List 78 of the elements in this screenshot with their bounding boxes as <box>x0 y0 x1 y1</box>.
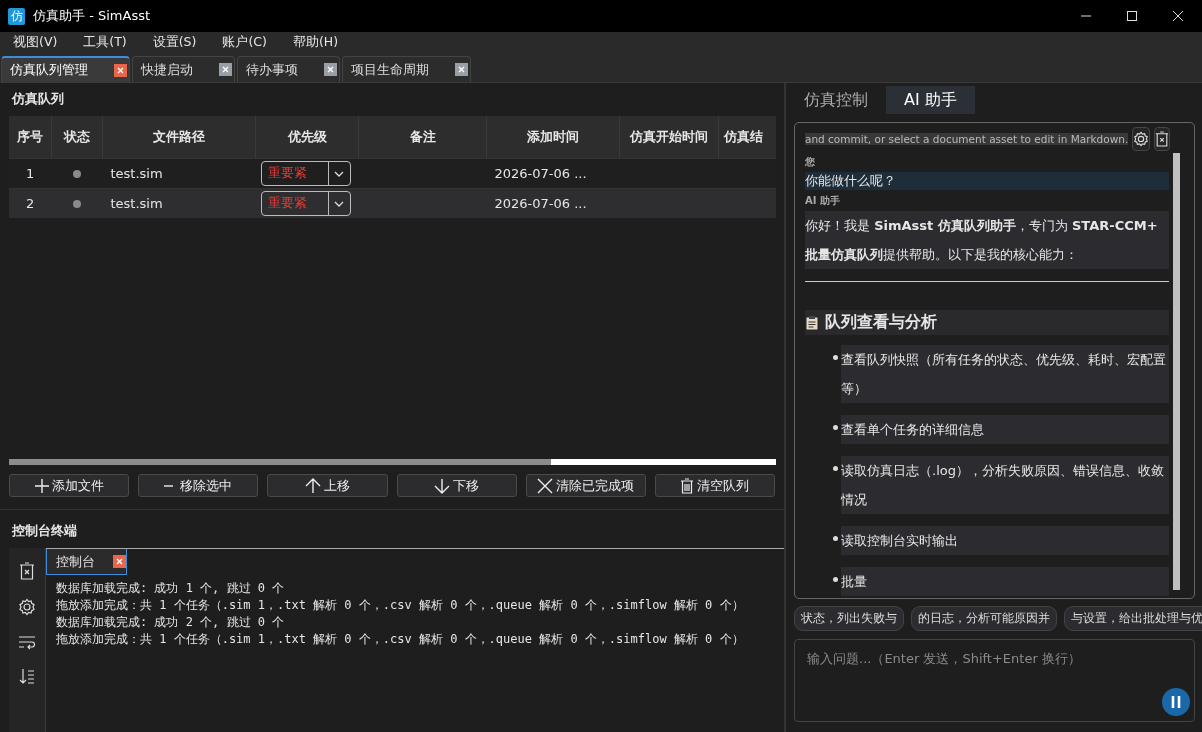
table-cell: 1 <box>9 158 52 189</box>
log-line: 数据库加载完成: 成功 2 个, 跳过 0 个 <box>56 614 286 631</box>
priority-dropdown[interactable]: 重要紧 <box>260 161 351 186</box>
toolbar-button[interactable]: 上移 <box>267 474 388 497</box>
column-header[interactable]: 仿真结 <box>718 116 776 159</box>
list-item: 读取控制台实时输出 <box>841 526 1169 555</box>
column-header[interactable]: 文件路径 <box>102 116 256 159</box>
menu-item[interactable]: 设置(S) <box>145 34 204 51</box>
tab[interactable]: 待办事项 <box>237 56 340 82</box>
column-header[interactable]: 备注 <box>358 116 487 159</box>
column-header[interactable]: 状态 <box>51 116 103 159</box>
log-line: 数据库加载完成: 成功 1 个, 跳过 0 个 <box>56 580 286 597</box>
log-line: 拖放添加完成：共 1 个任务（.sim 1，.txt 解析 0 个，.csv 解析 0 个，.queue 解析 0 个，.simflow 解析 0 个） <box>56 631 745 648</box>
table-cell: 2026-07-06 ... <box>486 188 620 218</box>
wrap-icon[interactable] <box>18 634 36 650</box>
chat-input[interactable]: 输入问题...（Enter 发送，Shift+Enter 换行） <box>794 639 1195 722</box>
menu-item[interactable]: 账户(C) <box>215 34 274 51</box>
toolbar-button[interactable]: 清空队列 <box>654 474 776 497</box>
tab[interactable]: 仿真控制 <box>794 86 886 114</box>
menu-item[interactable]: 视图(V) <box>6 34 65 51</box>
suggestion-chip[interactable]: 的日志，分析可能原因并 <box>911 606 1057 631</box>
pause-icon <box>1171 696 1181 708</box>
section-title: 控制台终端 <box>0 509 784 548</box>
tab[interactable]: AI 助手 <box>886 86 975 114</box>
scrollbar[interactable] <box>9 459 776 465</box>
close-icon[interactable] <box>114 63 127 77</box>
settings-icon[interactable] <box>18 598 36 616</box>
caret-icon <box>334 200 344 207</box>
window-title: 仿真助手 - SimAsst <box>33 7 151 25</box>
list-item: 查看队列快照（所有任务的状态、优先级、耗时、宏配置等） <box>841 345 1169 403</box>
column-header[interactable]: 添加时间 <box>486 116 620 159</box>
status-dot <box>73 170 81 178</box>
list-item: 批量 <box>841 567 1169 596</box>
toolbar-button[interactable]: 添加文件 <box>9 474 130 497</box>
table-cell: test.sim <box>102 188 256 218</box>
settings-button[interactable] <box>1132 127 1151 151</box>
log-line: 拖放添加完成：共 1 个任务（.sim 1，.txt 解析 0 个，.csv 解析 0 个，.queue 解析 0 个，.simflow 解析 0 个） <box>56 597 745 614</box>
tab[interactable]: 控制台 <box>46 549 127 575</box>
plus-icon <box>34 478 49 493</box>
app-logo: 仿 <box>8 7 25 25</box>
suggestion-chip[interactable]: 与设置，给出批处理与优 <box>1064 606 1202 631</box>
clear-icon[interactable] <box>19 562 35 580</box>
trash-icon <box>680 477 695 494</box>
tab[interactable]: 项目生命周期 <box>342 56 471 82</box>
sort-icon[interactable] <box>19 668 35 684</box>
user-message: 你能做什么呢？ <box>805 173 896 188</box>
menu-item[interactable]: 工具(T) <box>76 34 134 51</box>
tab[interactable]: 快捷启动 <box>132 56 235 82</box>
tab[interactable]: 仿真队列管理 <box>1 56 130 82</box>
arrow-down-icon <box>434 477 451 494</box>
assistant-message: 你好！我是 SimAsst 仿真队列助手，专门为 STAR-CCM+ 批量仿真队列提供帮助。以下是我的核心能力： <box>805 211 1169 269</box>
table-cell: 2026-07-06 ... <box>486 158 620 189</box>
toolbar-button[interactable]: 移除选中 <box>138 474 259 497</box>
menu-item[interactable]: 帮助(H) <box>285 34 346 51</box>
list-item: 查看单个任务的详细信息 <box>841 415 1169 444</box>
column-header[interactable]: 仿真开始时间 <box>619 116 719 159</box>
list-item: 读取仿真日志（.log），分析失败原因、错误信息、收敛情况 <box>841 456 1169 514</box>
x-icon <box>537 477 554 494</box>
table-cell: test.sim <box>102 158 256 189</box>
sender-label: 您 <box>805 155 816 169</box>
caret-icon <box>334 170 344 177</box>
section-heading: 队列查看与分析 <box>825 312 937 333</box>
scrollbar[interactable] <box>1173 153 1180 590</box>
toolbar-button[interactable]: 清除已完成项 <box>525 474 646 497</box>
column-header[interactable]: 优先级 <box>255 116 359 159</box>
clear-chat-button[interactable] <box>1154 127 1171 151</box>
maximize-icon[interactable] <box>1126 10 1138 22</box>
status-dot <box>73 200 81 208</box>
arrow-up-icon <box>304 477 321 494</box>
suggestion-chip[interactable]: 状态，列出失败与 <box>794 606 904 631</box>
section-title: 仿真队列 <box>10 90 65 108</box>
toolbar-button[interactable]: 下移 <box>396 474 517 497</box>
minus-icon <box>164 484 174 487</box>
close-icon[interactable] <box>1172 10 1184 22</box>
sender-label: AI 助手 <box>805 194 841 208</box>
table-cell: 2 <box>9 188 52 218</box>
message-text: and commit, or select a document asset to edit in Markdown. <box>805 133 1129 145</box>
column-header[interactable]: 序号 <box>9 116 52 159</box>
